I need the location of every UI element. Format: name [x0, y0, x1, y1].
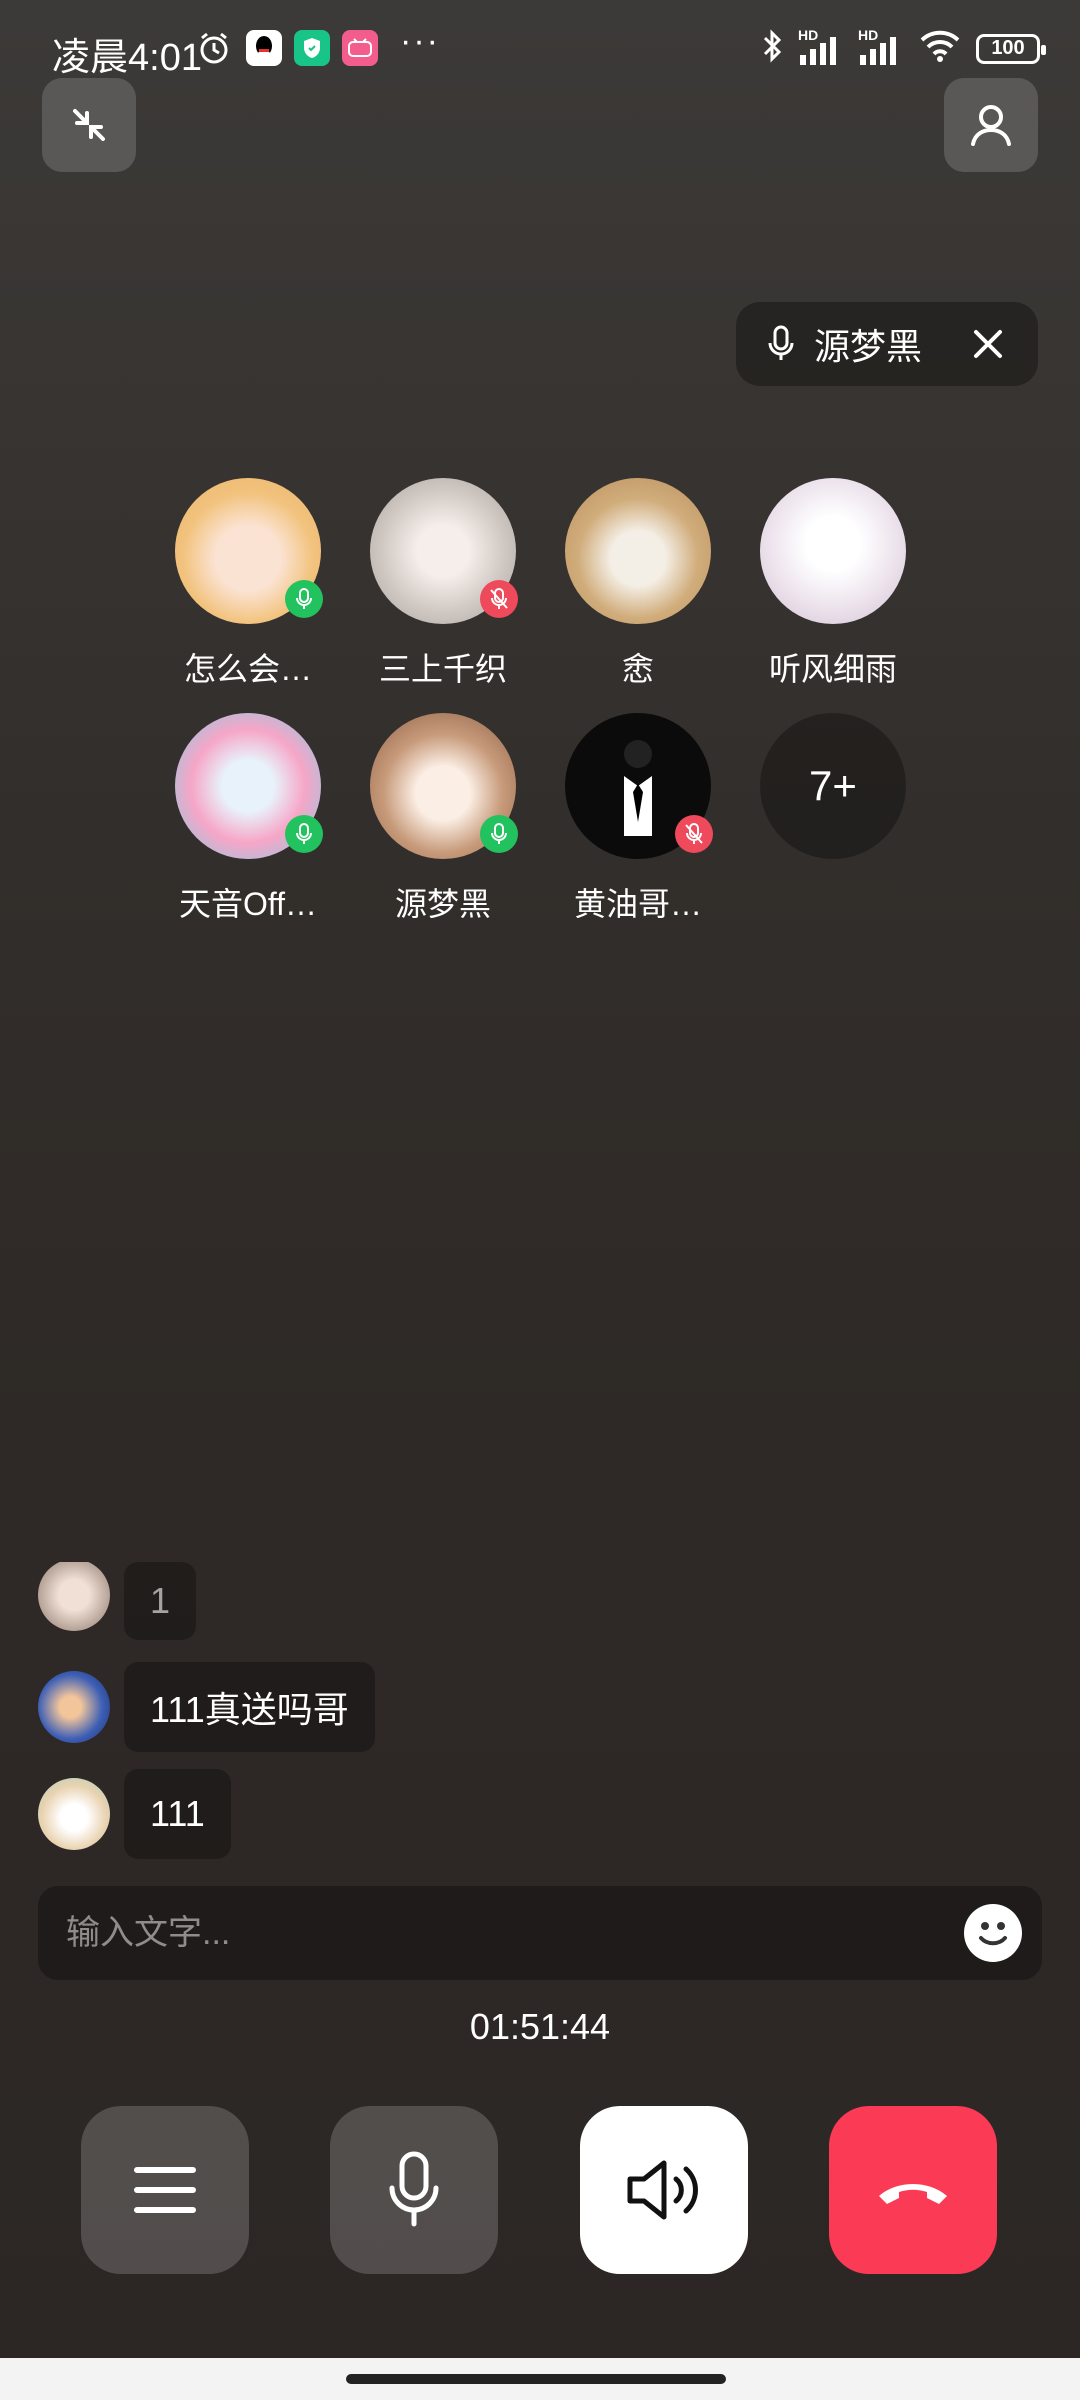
- qq-icon: [246, 30, 282, 66]
- chat-avatar: [38, 1671, 110, 1743]
- member-item[interactable]: 悆: [538, 478, 738, 690]
- chat-text: 111: [150, 1793, 205, 1834]
- menu-icon: [134, 2167, 196, 2213]
- menu-button[interactable]: [81, 2106, 249, 2274]
- minimize-button[interactable]: [42, 78, 136, 172]
- emoji-button[interactable]: [964, 1904, 1022, 1962]
- speaking-indicator: 源梦黑: [736, 302, 1038, 386]
- minimize-icon: [73, 109, 105, 141]
- member-name: 源梦黑: [394, 886, 491, 922]
- mic-on-icon: [480, 815, 518, 853]
- avatar: [565, 713, 713, 859]
- home-indicator[interactable]: [346, 2374, 726, 2384]
- member-item[interactable]: 听风细雨: [733, 478, 933, 690]
- chat-avatar: [38, 1562, 110, 1631]
- shield-app-icon: [294, 30, 330, 66]
- mic-on-icon: [285, 815, 323, 853]
- more-members-button[interactable]: 7+: [733, 713, 933, 859]
- mic-icon: [768, 325, 794, 360]
- member-name: 黄油哥…: [573, 886, 702, 922]
- hangup-icon: [879, 2184, 947, 2204]
- speaking-name: 源梦黑: [814, 326, 923, 367]
- chat-bubble: 111真送吗哥: [124, 1662, 375, 1752]
- status-time: 凌晨4:01: [52, 37, 202, 79]
- avatar: [175, 713, 323, 859]
- avatar: [370, 713, 518, 859]
- alarm-icon: [196, 30, 232, 71]
- status-right: HD HD 100: [760, 27, 1046, 69]
- mic-on-icon: [285, 580, 323, 618]
- member-name: 天音Off…: [178, 886, 318, 922]
- chat-message: 1: [38, 1562, 197, 1640]
- chat-message: 111真送吗哥: [38, 1662, 375, 1752]
- signal-icon-2: HD: [858, 27, 904, 67]
- more-notifications: ···: [400, 22, 440, 60]
- member-name: 悆: [621, 651, 654, 687]
- person-icon: [971, 105, 1011, 146]
- microphone-button[interactable]: [330, 2106, 498, 2274]
- chat-text: 111真送吗哥: [150, 1689, 349, 1730]
- smiley-icon: [979, 1922, 1007, 1946]
- mic-off-icon: [480, 580, 518, 618]
- speaker-icon: [627, 2160, 698, 2220]
- member-item[interactable]: 怎么会…: [148, 478, 348, 690]
- wifi-icon: [918, 28, 962, 69]
- avatar: [175, 478, 323, 624]
- bilibili-icon: [342, 30, 378, 66]
- member-name: 听风细雨: [768, 651, 897, 687]
- members-button[interactable]: [944, 78, 1038, 172]
- member-name: 怎么会…: [183, 651, 312, 687]
- member-item[interactable]: 三上千织: [343, 478, 543, 690]
- chat-bubble: 1: [124, 1562, 197, 1640]
- message-input[interactable]: [66, 1913, 966, 1953]
- battery-indicator: 100: [976, 33, 1046, 64]
- mic-off-icon: [675, 815, 713, 853]
- avatar: [370, 478, 518, 624]
- speaker-button[interactable]: [580, 2106, 748, 2274]
- member-item[interactable]: 黄油哥…: [538, 713, 738, 925]
- microphone-icon: [389, 2151, 439, 2227]
- hangup-button[interactable]: [829, 2106, 997, 2274]
- message-input-bar: [38, 1886, 1042, 1980]
- close-icon[interactable]: [968, 324, 1008, 364]
- signal-icon-1: HD: [798, 27, 844, 67]
- avatar: [565, 478, 711, 624]
- member-item[interactable]: 天音Off…: [148, 713, 348, 925]
- chat-message: 111: [38, 1769, 231, 1859]
- chat-bubble: 111: [124, 1769, 231, 1859]
- call-timer: 01:51:44: [469, 2006, 611, 2047]
- status-bar: 凌晨4:01 ··· HD HD 100: [0, 0, 1080, 100]
- chat-text: 1: [150, 1580, 171, 1621]
- member-item[interactable]: 源梦黑: [343, 713, 543, 925]
- bluetooth-icon: [760, 28, 784, 69]
- chat-avatar: [38, 1778, 110, 1850]
- avatar: [760, 478, 906, 624]
- more-members-count: 7+: [760, 713, 906, 859]
- member-name: 三上千织: [378, 651, 507, 687]
